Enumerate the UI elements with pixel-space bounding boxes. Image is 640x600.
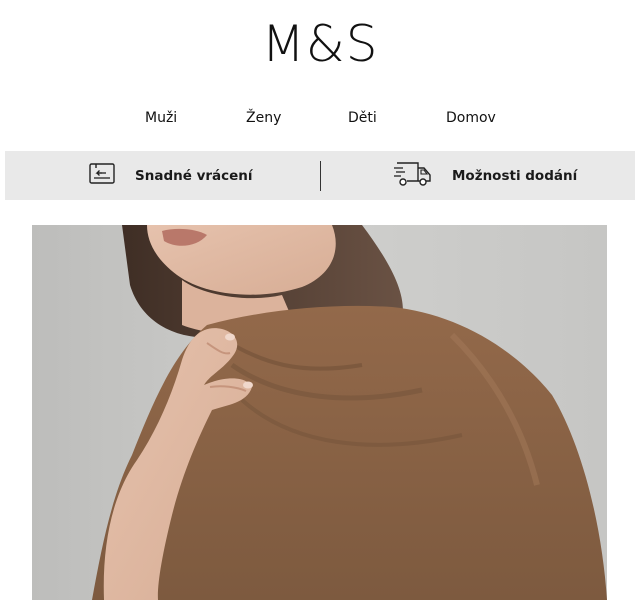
main-navigation: Muži Ženy Děti Domov <box>0 106 640 130</box>
easy-returns-label: Snadné vrácení <box>135 167 253 184</box>
hero-banner-image[interactable] <box>32 225 607 600</box>
delivery-options-link[interactable]: Možnosti dodání <box>393 151 577 200</box>
brand-logo[interactable]: M&S <box>0 14 640 74</box>
nav-item-home[interactable]: Domov <box>446 106 496 130</box>
hero-photo <box>32 225 607 600</box>
return-card-icon <box>89 162 116 189</box>
nav-item-men[interactable]: Muži <box>145 106 177 130</box>
delivery-options-label: Možnosti dodání <box>452 167 578 184</box>
nav-item-kids[interactable]: Děti <box>348 106 377 130</box>
divider <box>320 161 321 191</box>
easy-returns-link[interactable]: Snadné vrácení <box>89 151 253 200</box>
nav-item-women[interactable]: Ženy <box>246 106 281 130</box>
benefits-bar: Snadné vrácení Možnosti dodání <box>5 151 635 200</box>
delivery-truck-icon <box>393 160 433 192</box>
